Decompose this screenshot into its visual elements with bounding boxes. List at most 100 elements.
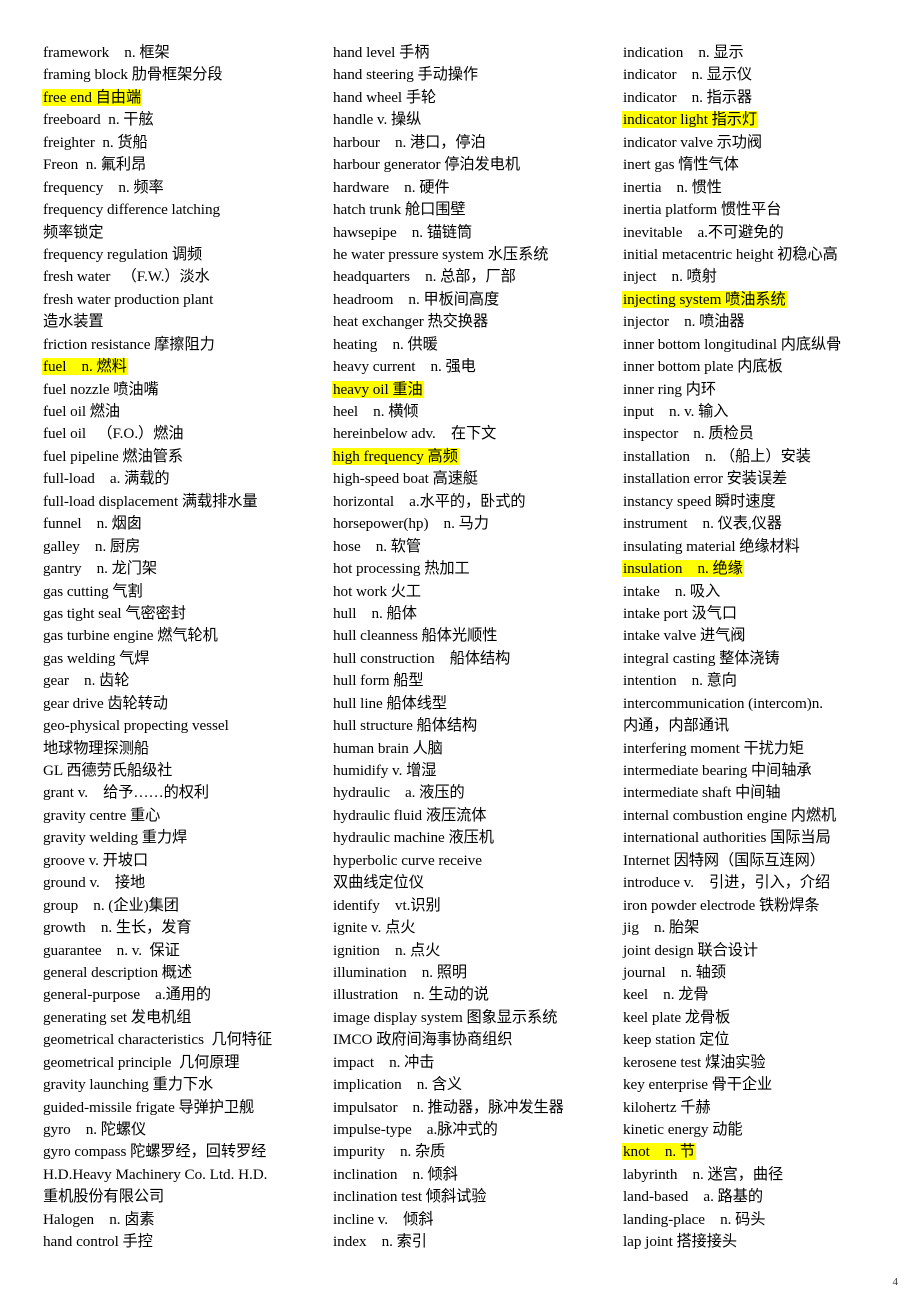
glossary-entry-text: geometrical characteristics 几何特征	[43, 1031, 273, 1049]
glossary-entry-text: 频率锁定	[43, 223, 104, 241]
glossary-entry-text: gas turbine engine 燃气轮机	[43, 627, 218, 645]
glossary-page: framework n. 框架 framing block 肋骨框架分段 free …	[0, 0, 920, 1302]
glossary-entry-text: hydraulic fluid 液压流体	[333, 806, 487, 824]
glossary-entry: hydraulic fluid 液压流体	[332, 805, 622, 827]
glossary-entry: framework n. 框架	[42, 42, 332, 64]
glossary-entry-text: fuel oil （F.O.）燃油	[43, 425, 184, 443]
glossary-entry: gear drive 齿轮转动	[42, 693, 332, 715]
glossary-entry: inner ring 内环	[622, 379, 912, 401]
glossary-entry: horizontal a.水平的，卧式的	[332, 491, 622, 513]
glossary-entry: hereinbelow adv. 在下文	[332, 423, 622, 445]
glossary-entry-text: gantry n. 龙门架	[43, 560, 158, 578]
glossary-entry: guided-missile frigate 导弹护卫舰	[42, 1097, 332, 1119]
glossary-entry-text: hot processing 热加工	[333, 560, 470, 578]
glossary-entry-text: impulse-type a.脉冲式的	[333, 1121, 498, 1138]
glossary-entry-text: inclination test 倾斜试验	[333, 1188, 487, 1206]
glossary-entry: fuel oil （F.O.）燃油	[42, 423, 332, 445]
glossary-entry: hull n. 船体	[332, 603, 622, 625]
glossary-entry: land-based a. 路基的	[622, 1186, 912, 1208]
glossary-entry-text: hand control 手控	[43, 1233, 153, 1251]
glossary-entry-text: 地球物理探测船	[43, 739, 149, 757]
glossary-entry: hand level 手柄	[332, 42, 622, 64]
glossary-entry-text: insulating material 绝缘材料	[623, 537, 800, 555]
glossary-entry-text: inertia n. 惯性	[623, 178, 722, 196]
glossary-entry-text: heel n. 横倾	[333, 403, 419, 420]
glossary-entry-text: fresh water （F.W.）淡水	[43, 268, 210, 286]
glossary-entry-text: harbour generator 停泊发电机	[333, 156, 520, 174]
glossary-entry: keep station 定位	[622, 1029, 912, 1051]
glossary-entry-text: general description 概述	[43, 963, 193, 981]
glossary-entry: illustration n. 生动的说	[332, 984, 622, 1006]
glossary-entry: intercommunication (intercom)n.	[622, 693, 912, 715]
glossary-entry-text: geo-physical propecting vessel	[43, 717, 229, 735]
glossary-entry-text: image display system 图象显示系统	[333, 1008, 558, 1026]
glossary-entry-text: handle v. 操纵	[333, 111, 422, 129]
glossary-entry-highlighted: insulation n. 绝缘	[622, 558, 912, 580]
glossary-entry-text: indicator n. 指示器	[623, 88, 753, 106]
glossary-entry-text: inject n. 喷射	[623, 268, 717, 286]
glossary-entry-text: knot n. 节	[622, 1143, 697, 1161]
glossary-entry: ignition n. 点火	[332, 940, 622, 962]
column-3: indication n. 显示 indicator n. 显示仪 indicato…	[622, 42, 912, 1254]
glossary-entry: Freon n. 氟利昂	[42, 154, 332, 176]
glossary-entry-text: impact n. 冲击	[333, 1053, 435, 1071]
glossary-entry: impact n. 冲击	[332, 1052, 622, 1074]
glossary-entry: incline v. 倾斜	[332, 1209, 622, 1231]
glossary-entry: heating n. 供暖	[332, 334, 622, 356]
glossary-entry-text: inspector n. 质检员	[623, 425, 754, 443]
glossary-entry: labyrinth n. 迷宫，曲径	[622, 1164, 912, 1186]
glossary-entry: 双曲线定位仪	[332, 872, 622, 894]
glossary-entry-text: keel plate 龙骨板	[623, 1008, 731, 1026]
glossary-entry: guarantee n. v. 保证	[42, 940, 332, 962]
glossary-entry: hatch trunk 舱口围壁	[332, 199, 622, 221]
glossary-entry-text: geometrical principle 几何原理	[43, 1053, 240, 1071]
glossary-entry: joint design 联合设计	[622, 940, 912, 962]
glossary-entry: impulsator n. 推动器，脉冲发生器	[332, 1097, 622, 1119]
glossary-entry: gantry n. 龙门架	[42, 558, 332, 580]
glossary-entry-text: integral casting 整体浇铸	[623, 649, 780, 667]
glossary-entry: harbour n. 港口，停泊	[332, 132, 622, 154]
glossary-entry: headroom n. 甲板间高度	[332, 289, 622, 311]
glossary-entry-text: GL 西德劳氏船级社	[43, 762, 173, 779]
glossary-entry-text: hardware n. 硬件	[333, 178, 450, 196]
glossary-entry-text: hose n. 软管	[333, 537, 422, 555]
glossary-entry: GL 西德劳氏船级社	[42, 760, 332, 782]
glossary-entry: IMCO 政府间海事协商组织	[332, 1029, 622, 1051]
glossary-entry-highlighted: heavy oil 重油	[332, 379, 622, 401]
glossary-entry: international authorities 国际当局	[622, 827, 912, 849]
glossary-entry: galley n. 厨房	[42, 536, 332, 558]
glossary-entry: 频率锁定	[42, 222, 332, 244]
glossary-entry-text: gas welding 气焊	[43, 649, 150, 667]
glossary-entry: hull structure 船体结构	[332, 715, 622, 737]
glossary-entry: initial metacentric height 初稳心高	[622, 244, 912, 266]
glossary-entry: human brain 人脑	[332, 738, 622, 760]
glossary-entry-text: intermediate bearing 中间轴承	[623, 762, 812, 779]
glossary-entry: Halogen n. 卤素	[42, 1209, 332, 1231]
glossary-entry-text: introduce v. 引进，引入，介绍	[623, 874, 831, 892]
glossary-entry-text: kilohertz 千赫	[623, 1098, 711, 1116]
glossary-entry: interfering moment 干扰力矩	[622, 738, 912, 760]
glossary-entry: hawsepipe n. 锚链筒	[332, 222, 622, 244]
glossary-entry: 造水装置	[42, 311, 332, 333]
glossary-entry: intake port 汲气口	[622, 603, 912, 625]
glossary-entry-text: indicator n. 显示仪	[623, 66, 753, 84]
glossary-entry: image display system 图象显示系统	[332, 1007, 622, 1029]
glossary-entry: gyro compass 陀螺罗经，回转罗经	[42, 1141, 332, 1163]
glossary-entry: hand wheel 手轮	[332, 87, 622, 109]
glossary-entry: implication n. 含义	[332, 1074, 622, 1096]
glossary-entry-text: ground v. 接地	[43, 874, 146, 892]
glossary-entry-text: intake valve 进气阀	[623, 627, 746, 645]
glossary-entry: frequency n. 频率	[42, 177, 332, 199]
glossary-entry-text: illustration n. 生动的说	[333, 986, 489, 1004]
glossary-entry-text: installation error 安装误差	[623, 470, 788, 488]
glossary-entry-text: fuel oil 燃油	[43, 403, 121, 420]
glossary-entry-text: Internet 因特网（国际互连网）	[623, 851, 825, 869]
glossary-entry-text: gyro n. 陀螺仪	[43, 1121, 147, 1138]
glossary-entry: kerosene test 煤油实验	[622, 1052, 912, 1074]
glossary-entry-text: high frequency 高频	[332, 447, 459, 465]
glossary-entry-text: installation n. （船上）安装	[623, 447, 811, 465]
glossary-entry-text: gear drive 齿轮转动	[43, 694, 168, 712]
glossary-entry-text: insulation n. 绝缘	[622, 560, 744, 578]
glossary-entry: heel n. 横倾	[332, 401, 622, 423]
glossary-entry: injector n. 喷油器	[622, 311, 912, 333]
